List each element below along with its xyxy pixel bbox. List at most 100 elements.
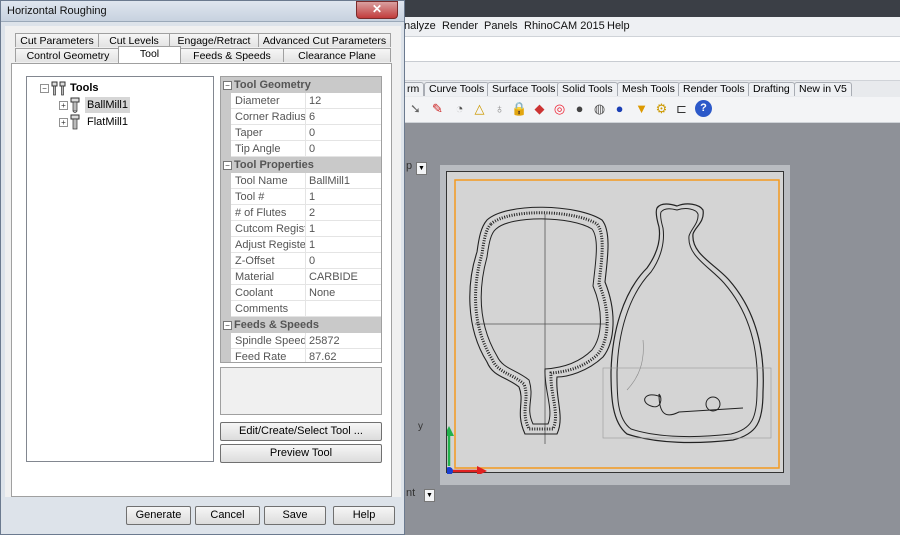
property-row[interactable]: Coolant None: [221, 285, 381, 301]
bulb-icon[interactable]: ♁: [491, 100, 508, 117]
paint-bucket-icon[interactable]: ◆: [531, 100, 548, 117]
viewport-label-bottom: nt: [406, 487, 416, 499]
dialog-titlebar[interactable]: Horizontal Roughing ✕: [1, 1, 404, 22]
tab-clearance-plane[interactable]: Clearance Plane: [283, 48, 391, 62]
property-row[interactable]: # of Flutes 2: [221, 205, 381, 221]
part-drawing: [447, 179, 780, 474]
tool-tree[interactable]: − Tools + BallMill1 + FlatMill1: [26, 76, 214, 462]
tab-curve-tools[interactable]: Curve Tools: [424, 82, 490, 96]
property-name: Tool #: [235, 191, 265, 203]
tab-engage-retract[interactable]: Engage/Retract: [169, 33, 259, 47]
property-value[interactable]: 25872: [305, 333, 381, 348]
property-value[interactable]: 12: [305, 93, 381, 108]
dialog-title: Horizontal Roughing: [7, 5, 107, 17]
property-value[interactable]: 87.62: [305, 349, 381, 362]
viewport-dropdown-arrow-bottom-icon[interactable]: ▼: [424, 489, 435, 502]
menu-rhinocam[interactable]: RhinoCAM 2015: [524, 20, 605, 32]
property-row[interactable]: Comments: [221, 301, 381, 317]
shaded-sphere-icon[interactable]: ●: [571, 100, 588, 117]
tab-render-tools[interactable]: Render Tools: [678, 82, 750, 96]
dimension-icon[interactable]: ⊏: [673, 100, 690, 117]
viewport-canvas[interactable]: [446, 171, 784, 474]
cancel-button[interactable]: Cancel: [195, 506, 260, 525]
tab-new-in-v5[interactable]: New in V5: [794, 82, 852, 96]
property-value[interactable]: 1: [305, 221, 381, 236]
command-area[interactable]: [405, 37, 900, 62]
curve-tool-icon[interactable]: ✎: [429, 100, 446, 117]
render-sphere-icon[interactable]: ●: [611, 100, 628, 117]
viewport-label: p: [406, 160, 413, 172]
viewport-dropdown-arrow-icon[interactable]: ▼: [416, 162, 427, 175]
property-row[interactable]: Z-Offset 0: [221, 253, 381, 269]
menu-help[interactable]: Help: [607, 20, 630, 32]
property-value[interactable]: [305, 301, 381, 316]
property-value[interactable]: 2: [305, 205, 381, 220]
lock-icon[interactable]: 🔒: [511, 100, 528, 117]
save-button[interactable]: Save: [264, 506, 326, 525]
tab-feeds-speeds[interactable]: Feeds & Speeds: [180, 48, 284, 62]
close-icon[interactable]: ✕: [356, 1, 398, 19]
tab-control-geometry[interactable]: Control Geometry: [15, 48, 121, 62]
tree-root-tools[interactable]: Tools: [70, 80, 99, 96]
tool-property-grid[interactable]: − Tool Geometry Diameter 12 Corner Radius…: [220, 76, 382, 363]
property-row[interactable]: Tool # 1: [221, 189, 381, 205]
generate-button[interactable]: Generate: [126, 506, 191, 525]
circle-tool-icon[interactable]: ◔: [451, 100, 468, 117]
tree-item-flatmill1[interactable]: FlatMill1: [87, 114, 128, 130]
help-icon[interactable]: ?: [695, 100, 712, 117]
property-row[interactable]: Taper 0: [221, 125, 381, 141]
category-collapse-icon[interactable]: −: [223, 81, 232, 90]
property-row[interactable]: Feed Rate 87.62: [221, 349, 381, 362]
edit-create-select-tool-button[interactable]: Edit/Create/Select Tool ...: [220, 422, 382, 441]
property-row[interactable]: Material CARBIDE: [221, 269, 381, 285]
menu-analyze[interactable]: nalyze: [404, 20, 436, 32]
property-row[interactable]: Adjust Register 1: [221, 237, 381, 253]
tree-expand-icon[interactable]: +: [59, 101, 68, 110]
help-button[interactable]: Help: [333, 506, 395, 525]
property-row[interactable]: Diameter 12: [221, 93, 381, 109]
category-tool-geometry[interactable]: − Tool Geometry: [221, 77, 381, 93]
tab-tool[interactable]: Tool: [118, 46, 181, 63]
tree-item-ballmill1[interactable]: BallMill1: [85, 97, 130, 113]
tab-cut-levels[interactable]: Cut Levels: [98, 33, 170, 47]
tab-advanced-cut-parameters[interactable]: Advanced Cut Parameters: [258, 33, 391, 47]
property-value[interactable]: 1: [305, 189, 381, 204]
property-value[interactable]: None: [305, 285, 381, 300]
property-value[interactable]: 6: [305, 109, 381, 124]
tab-transform[interactable]: rm: [402, 82, 425, 96]
property-row[interactable]: Spindle Speed 25872: [221, 333, 381, 349]
origin-marker: [447, 467, 453, 474]
property-row[interactable]: Cutcom Registe1: [221, 221, 381, 237]
preview-tool-button[interactable]: Preview Tool: [220, 444, 382, 463]
menu-panels[interactable]: Panels: [484, 20, 518, 32]
triangle-tool-icon[interactable]: △: [471, 100, 488, 117]
property-row[interactable]: Corner Radius 6: [221, 109, 381, 125]
property-name: Cutcom Registe: [235, 223, 305, 235]
property-value[interactable]: 0: [305, 253, 381, 268]
tree-collapse-icon[interactable]: −: [40, 84, 49, 93]
spotlight-icon[interactable]: ▼: [633, 100, 650, 117]
property-row[interactable]: Tool Name BallMill1: [221, 173, 381, 189]
tab-surface-tools[interactable]: Surface Tools: [487, 82, 561, 96]
menu-render[interactable]: Render: [442, 20, 478, 32]
property-value[interactable]: 0: [305, 141, 381, 156]
tab-drafting[interactable]: Drafting: [748, 82, 795, 96]
tab-solid-tools[interactable]: Solid Tools: [557, 82, 618, 96]
arrow-tool-icon[interactable]: ➘: [407, 100, 424, 117]
gears-icon[interactable]: ⚙: [653, 100, 670, 117]
wire-sphere-icon[interactable]: ◍: [591, 100, 608, 117]
property-value[interactable]: BallMill1: [305, 173, 381, 188]
property-row[interactable]: Tip Angle 0: [221, 141, 381, 157]
color-wheel-icon[interactable]: ◎: [551, 100, 568, 117]
tab-mesh-tools[interactable]: Mesh Tools: [617, 82, 680, 96]
property-value[interactable]: CARBIDE: [305, 269, 381, 284]
property-value[interactable]: 1: [305, 237, 381, 252]
category-collapse-icon[interactable]: −: [223, 321, 232, 330]
tab-cut-parameters[interactable]: Cut Parameters: [15, 33, 99, 47]
category-feeds-speeds[interactable]: − Feeds & Speeds: [221, 317, 381, 333]
property-name: Tool Name: [235, 175, 288, 187]
category-tool-properties[interactable]: − Tool Properties: [221, 157, 381, 173]
property-value[interactable]: 0: [305, 125, 381, 140]
category-collapse-icon[interactable]: −: [223, 161, 232, 170]
tree-expand-icon[interactable]: +: [59, 118, 68, 127]
